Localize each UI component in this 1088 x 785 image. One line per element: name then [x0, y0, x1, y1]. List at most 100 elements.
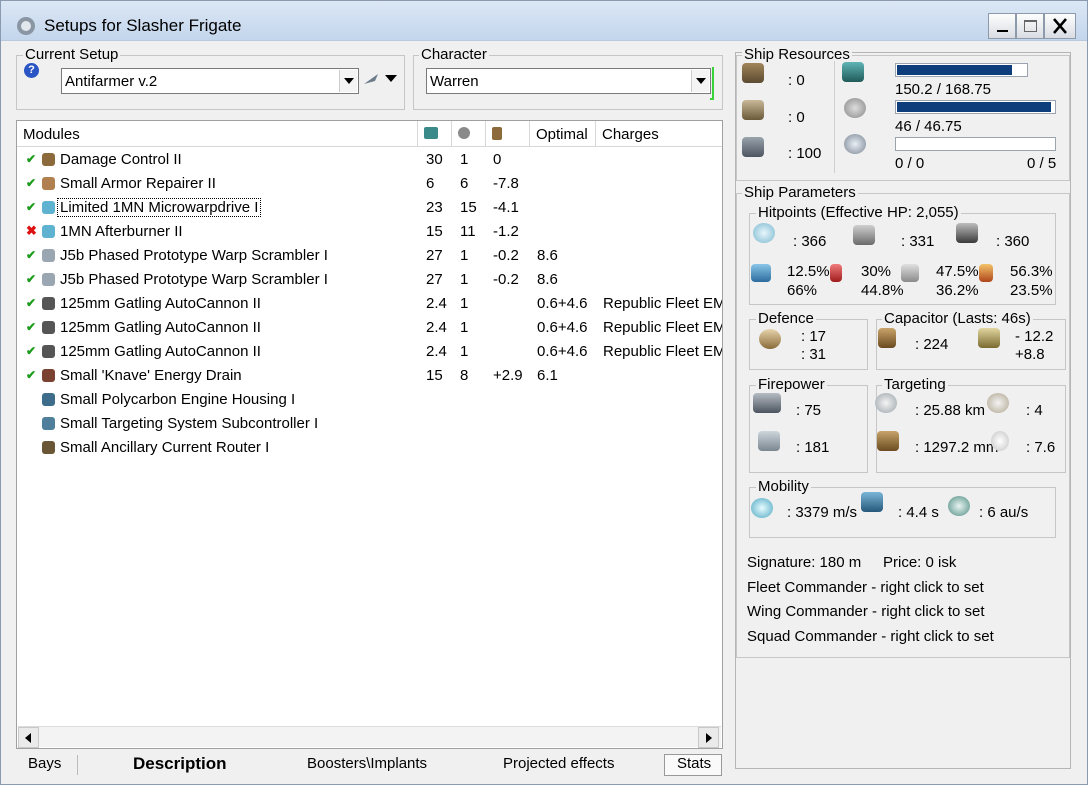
tab-boosters-implants[interactable]: Boosters\Implants [307, 755, 427, 772]
table-row[interactable]: ✔ 125mm Gatling AutoCannon II 2.4 1 0.6+4.6 R… [17, 340, 722, 364]
tab-projected-effects[interactable]: Projected effects [503, 755, 614, 772]
module-name[interactable]: 1MN Afterburner II [60, 223, 183, 240]
chevron-down-icon[interactable] [339, 70, 357, 92]
enabled-check-icon[interactable]: ✔ [26, 248, 36, 262]
module-name[interactable]: Small Ancillary Current Router I [60, 439, 269, 456]
app-icon [15, 15, 37, 37]
table-row[interactable]: ✖ 1MN Afterburner II 15 11 -1.2 [17, 220, 722, 244]
module-powergrid: 1 [460, 295, 469, 312]
horizontal-scrollbar[interactable] [18, 726, 721, 748]
thermal-resist-shield: 30% [861, 263, 892, 280]
disabled-cross-icon[interactable]: ✖ [26, 223, 37, 239]
module-name[interactable]: Small Polycarbon Engine Housing I [60, 391, 295, 408]
warp-speed-icon [948, 496, 970, 516]
col-cpu[interactable] [418, 121, 452, 147]
character-select[interactable]: Warren [426, 68, 711, 94]
module-name[interactable]: J5b Phased Prototype Warp Scrambler I [60, 247, 328, 264]
module-icon [42, 393, 55, 406]
enabled-check-icon[interactable]: ✔ [26, 152, 36, 166]
firepower-value-a: : 75 [796, 402, 822, 419]
capacitor-param-icon [878, 328, 896, 348]
enabled-check-icon[interactable]: ✔ [26, 368, 36, 382]
cpu-resource-icon [842, 62, 864, 82]
enabled-check-icon[interactable]: ✔ [26, 296, 36, 310]
module-name[interactable]: 125mm Gatling AutoCannon II [60, 319, 261, 336]
setup-menu-arrow-icon[interactable] [385, 75, 397, 82]
title-bar: Setups for Slasher Frigate [1, 1, 1087, 41]
module-cpu: 15 [426, 367, 443, 384]
wing-commander-slot[interactable]: Wing Commander - right click to set [747, 603, 985, 620]
mobility-label: Mobility [756, 478, 811, 495]
table-row[interactable]: ✔ Small 'Knave' Energy Drain 15 8 +2.9 6.1 [17, 364, 722, 388]
enabled-check-icon[interactable]: ✔ [26, 320, 36, 334]
module-name[interactable]: 125mm Gatling AutoCannon II [60, 343, 261, 360]
minimize-button[interactable] [988, 13, 1016, 39]
enabled-check-icon[interactable]: ✔ [26, 344, 36, 358]
table-row[interactable]: ✔ Limited 1MN Microwarpdrive I 23 15 -4.1 [17, 196, 722, 220]
module-name[interactable]: Damage Control II [60, 151, 182, 168]
module-charges[interactable]: Republic Fleet EM [603, 295, 722, 312]
module-capacitor: -4.1 [493, 199, 519, 216]
hitpoints-label: Hitpoints (Effective HP: 2,055) [756, 204, 961, 221]
tab-description[interactable]: Description [133, 754, 227, 774]
col-optimal[interactable]: Optimal [530, 121, 596, 147]
max-velocity: : 3379 m/s [787, 504, 858, 521]
col-modules[interactable]: Modules [17, 121, 418, 147]
module-charges[interactable]: Republic Fleet EM [603, 343, 722, 360]
table-row[interactable]: Small Ancillary Current Router I [17, 436, 722, 460]
help-icon[interactable]: ? [24, 63, 39, 78]
defence-value-b: : 31 [801, 346, 827, 363]
maximize-button[interactable] [1016, 13, 1044, 39]
module-name[interactable]: Small 'Knave' Energy Drain [60, 367, 242, 384]
defence-value-a: : 17 [801, 328, 827, 345]
table-row[interactable]: ✔ Small Armor Repairer II 6 6 -7.8 [17, 172, 722, 196]
warp-speed: : 6 au/s [979, 504, 1029, 521]
modules-list[interactable]: Modules Optimal Charges ✔ Damage Control … [16, 120, 723, 749]
module-name[interactable]: Limited 1MN Microwarpdrive I [56, 198, 262, 217]
table-row[interactable]: ✔ 125mm Gatling AutoCannon II 2.4 1 0.6+4.6 R… [17, 316, 722, 340]
table-row[interactable]: ✔ J5b Phased Prototype Warp Scrambler I 27… [17, 244, 722, 268]
module-name[interactable]: 125mm Gatling AutoCannon II [60, 295, 261, 312]
firepower-value-b: : 181 [796, 439, 830, 456]
ship-resources-label: Ship Resources [742, 46, 852, 63]
table-row[interactable]: Small Polycarbon Engine Housing I [17, 388, 722, 412]
squad-commander-slot[interactable]: Squad Commander - right click to set [747, 628, 994, 645]
module-charges[interactable]: Republic Fleet EM [603, 319, 722, 336]
col-charges[interactable]: Charges [596, 121, 722, 147]
em-resist-icon [751, 264, 771, 282]
chevron-down-icon[interactable] [691, 70, 709, 92]
powergrid-bar [895, 100, 1056, 114]
module-name[interactable]: Small Armor Repairer II [60, 175, 216, 192]
scroll-left-button[interactable] [18, 727, 39, 748]
enabled-check-icon[interactable]: ✔ [26, 176, 36, 190]
col-powergrid[interactable] [452, 121, 486, 147]
module-icon [42, 273, 55, 286]
signature-text: Signature: 180 m [747, 554, 862, 571]
module-name[interactable]: J5b Phased Prototype Warp Scrambler I [60, 271, 328, 288]
module-capacitor: -0.2 [493, 247, 519, 264]
module-icon [42, 345, 55, 358]
tab-bays[interactable]: Bays [28, 755, 61, 772]
scroll-right-button[interactable] [698, 727, 719, 748]
launcher-slots: : 0 [788, 109, 805, 126]
window-title: Setups for Slasher Frigate [44, 16, 242, 35]
tab-stats[interactable]: Stats [677, 755, 711, 772]
bottom-tabs: Bays Description Boosters\Implants Proje… [16, 751, 723, 781]
close-button[interactable] [1044, 13, 1076, 39]
powergrid-value: 46 / 46.75 [895, 118, 962, 135]
module-powergrid: 1 [460, 151, 469, 168]
turret-slots: : 0 [788, 72, 805, 89]
col-capacitor[interactable] [486, 121, 530, 147]
ship-icon[interactable] [363, 72, 379, 86]
table-row[interactable]: Small Targeting System Subcontroller I [17, 412, 722, 436]
explosive-resist-shield: 56.3% [1010, 263, 1053, 280]
current-setup-select[interactable]: Antifarmer v.2 [61, 68, 359, 94]
enabled-check-icon[interactable]: ✔ [26, 200, 36, 214]
fleet-commander-slot[interactable]: Fleet Commander - right click to set [747, 579, 984, 596]
table-row[interactable]: ✔ Damage Control II 30 1 0 [17, 148, 722, 172]
module-name[interactable]: Small Targeting System Subcontroller I [60, 415, 318, 432]
table-row[interactable]: ✔ J5b Phased Prototype Warp Scrambler I 27… [17, 268, 722, 292]
table-row[interactable]: ✔ 125mm Gatling AutoCannon II 2.4 1 0.6+4.6 R… [17, 292, 722, 316]
enabled-check-icon[interactable]: ✔ [26, 272, 36, 286]
em-resist-shield: 12.5% [787, 263, 830, 280]
